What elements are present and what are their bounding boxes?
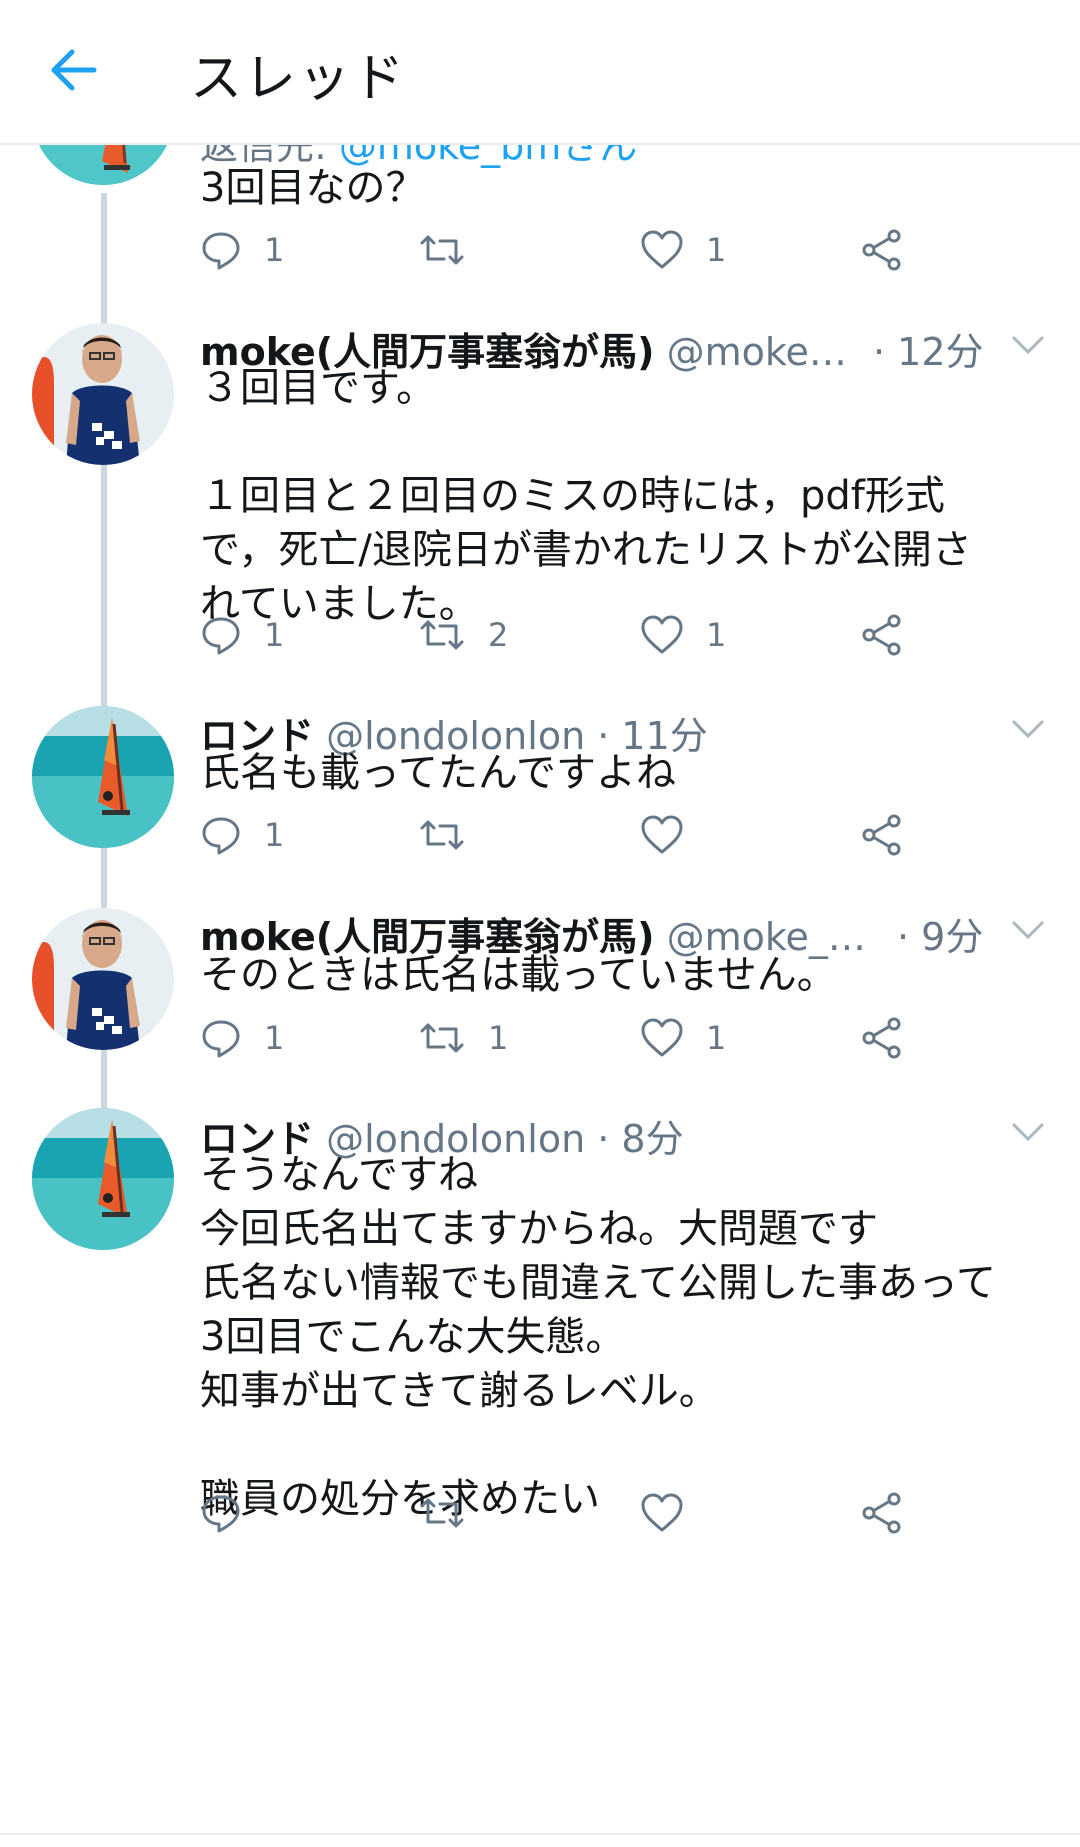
retweet-button[interactable]: 1	[418, 1013, 508, 1063]
reply-count: 1	[264, 816, 285, 854]
divider	[0, 1833, 1080, 1835]
retweet-button[interactable]	[418, 225, 488, 275]
reply-button[interactable]: 1	[200, 810, 284, 860]
retweet-icon	[420, 235, 464, 265]
share-button[interactable]	[860, 810, 904, 860]
chevron-down-icon[interactable]	[1010, 717, 1046, 741]
speech-bubble-icon	[202, 1495, 240, 1533]
chevron-down-icon[interactable]	[1010, 1120, 1046, 1144]
heart-icon	[641, 1493, 683, 1532]
like-button[interactable]: 1	[640, 225, 726, 275]
retweet-button[interactable]	[418, 810, 488, 860]
reply-button[interactable]: 1	[200, 1013, 284, 1063]
thread-line	[101, 193, 107, 324]
tweet-actions: 1 2 1	[200, 610, 920, 660]
chevron-down-icon[interactable]	[1010, 918, 1046, 942]
retweet-count: 1	[488, 1019, 509, 1057]
retweet-icon	[420, 1498, 464, 1528]
retweet-icon	[420, 1023, 464, 1053]
like-count: 1	[706, 616, 727, 654]
heart-icon	[641, 615, 683, 654]
avatar[interactable]	[32, 908, 174, 1050]
reply-count: 1	[264, 231, 285, 269]
tweet-text: ３回目です。 １回目と２回目のミスの時には，pdf形式 で，死亡/退院日が書かれ…	[200, 365, 972, 627]
tweet-actions: 1	[200, 810, 920, 860]
heart-icon	[641, 815, 683, 854]
retweet-icon	[420, 820, 464, 850]
avatar[interactable]	[32, 323, 174, 465]
thread-line	[101, 443, 107, 707]
share-icon	[862, 1492, 901, 1534]
share-icon	[862, 814, 901, 856]
like-count: 1	[706, 231, 727, 269]
speech-bubble-icon	[202, 232, 240, 270]
share-button[interactable]	[860, 1488, 904, 1538]
avatar[interactable]	[32, 706, 174, 848]
tweet-actions: 1 1 1	[200, 1013, 920, 1063]
share-icon	[862, 229, 901, 271]
like-button[interactable]	[640, 1488, 706, 1538]
tweet-text: 3回目なの？	[200, 165, 426, 211]
retweet-button[interactable]: 2	[418, 610, 508, 660]
tweet-text: そうなんですね 今回氏名出てますからね。大問題です 氏名ない情報でも間違えて公開…	[200, 1152, 996, 1522]
reply-button[interactable]: 1	[200, 225, 284, 275]
share-icon	[862, 1017, 901, 1059]
reply-count: 1	[264, 1019, 285, 1057]
tweet-text: 氏名も載ってたんですよね	[200, 750, 676, 796]
reply-button[interactable]	[200, 1488, 264, 1538]
chevron-down-icon[interactable]	[1010, 333, 1046, 357]
top-bar: スレッド	[0, 0, 1080, 145]
retweet-count: 2	[488, 616, 509, 654]
tweet-actions	[200, 1488, 920, 1538]
reply-button[interactable]: 1	[200, 610, 284, 660]
timestamp[interactable]: · 9分	[897, 906, 983, 961]
retweet-icon	[420, 620, 464, 650]
heart-icon	[641, 230, 683, 269]
share-button[interactable]	[860, 1013, 904, 1063]
page-title: スレッド	[190, 49, 407, 109]
tweet-text: そのときは氏名は載っていません。	[200, 952, 837, 998]
avatar[interactable]	[32, 143, 174, 185]
thread-list[interactable]: 返信先: @moke_bmさん 3回目なの？ 1 1 moke(人間万事塞翁が馬…	[0, 143, 1080, 1847]
heart-icon	[641, 1018, 683, 1057]
share-icon	[862, 614, 901, 656]
tweet-actions: 1 1	[200, 225, 920, 275]
like-count: 1	[706, 1019, 727, 1057]
reply-count: 1	[264, 616, 285, 654]
speech-bubble-icon	[202, 1020, 240, 1058]
share-button[interactable]	[860, 610, 904, 660]
like-button[interactable]: 1	[640, 610, 726, 660]
arrow-left-icon[interactable]	[44, 40, 104, 100]
speech-bubble-icon	[202, 817, 240, 855]
speech-bubble-icon	[202, 617, 240, 655]
share-button[interactable]	[860, 225, 904, 275]
retweet-button[interactable]	[418, 1488, 488, 1538]
like-button[interactable]	[640, 810, 706, 860]
like-button[interactable]: 1	[640, 1013, 726, 1063]
avatar[interactable]	[32, 1108, 174, 1250]
